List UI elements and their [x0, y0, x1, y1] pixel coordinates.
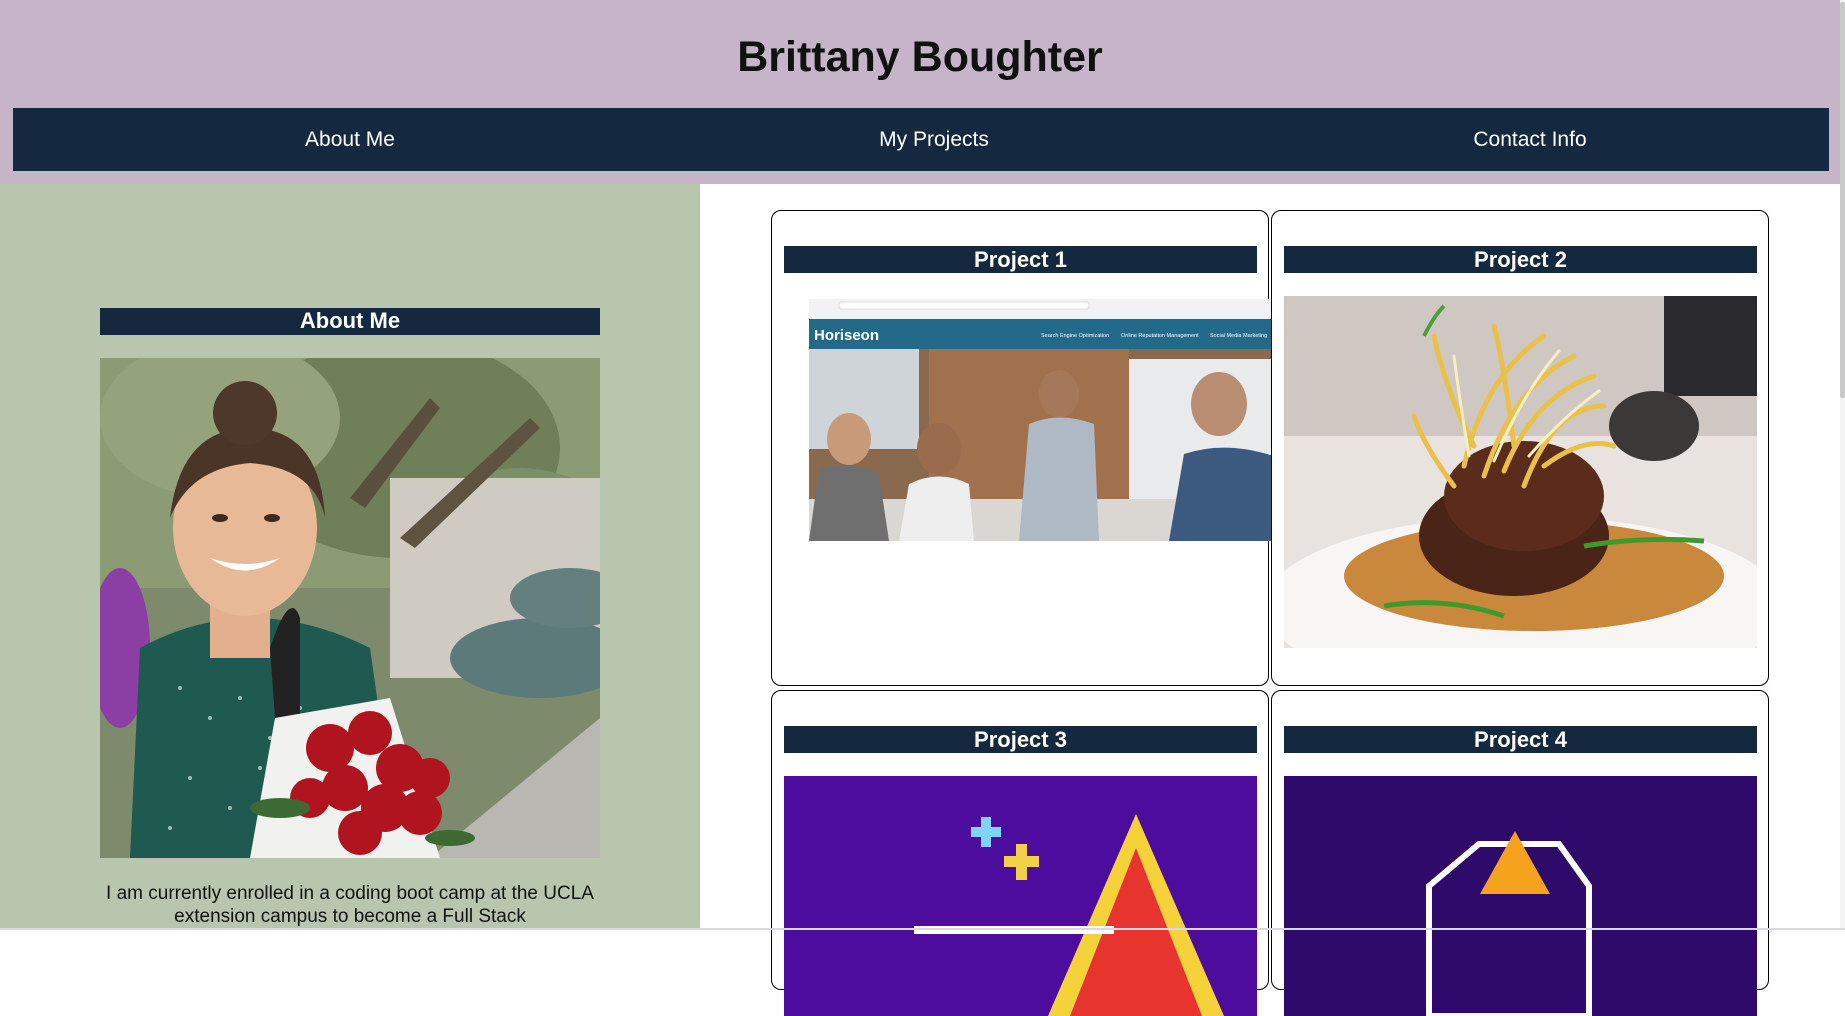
project-title: Project 3 [784, 726, 1257, 753]
vertical-scrollbar[interactable] [1840, 0, 1845, 930]
horiseon-link-seo: Search Engine Optimization [1041, 333, 1109, 339]
project-title: Project 2 [1284, 246, 1757, 273]
project-title: Project 4 [1284, 726, 1757, 753]
nav-item-contact-info[interactable]: Contact Info [1473, 128, 1586, 152]
page-header: Brittany Boughter About Me My Projects C… [0, 0, 1840, 184]
project-4-image[interactable] [1284, 776, 1757, 1016]
horiseon-link-orm: Online Reputation Management [1121, 333, 1199, 339]
horiseon-brand: Horiseon [814, 327, 879, 344]
profile-photo [100, 358, 600, 858]
project-card-4: Project 4 [1271, 690, 1769, 1016]
project-title: Project 1 [784, 246, 1257, 273]
project-1-screenshot[interactable]: Horiseon Search Engine Optimization Onli… [809, 299, 1282, 541]
project-2-image[interactable] [1284, 296, 1757, 648]
project-3-image[interactable] [784, 776, 1257, 1016]
page-title: Brittany Boughter [737, 33, 1103, 81]
about-section: About Me I am currently enrolled in a co… [0, 184, 700, 928]
project-card-1: Project 1 Horiseon Search Engine Optimiz… [771, 210, 1282, 686]
nav-bar: About Me My Projects Contact Info [13, 108, 1829, 171]
project-card-3: Project 3 [771, 690, 1269, 1016]
nav-item-my-projects[interactable]: My Projects [879, 128, 989, 152]
nav-item-about-me[interactable]: About Me [305, 128, 395, 152]
horiseon-link-smm: Social Media Marketing [1210, 333, 1267, 339]
project-card-2: Project 2 [1271, 210, 1769, 686]
scrollbar-thumb[interactable] [1840, 2, 1845, 398]
about-heading: About Me [100, 308, 600, 335]
about-description: I am currently enrolled in a coding boot… [106, 883, 594, 927]
